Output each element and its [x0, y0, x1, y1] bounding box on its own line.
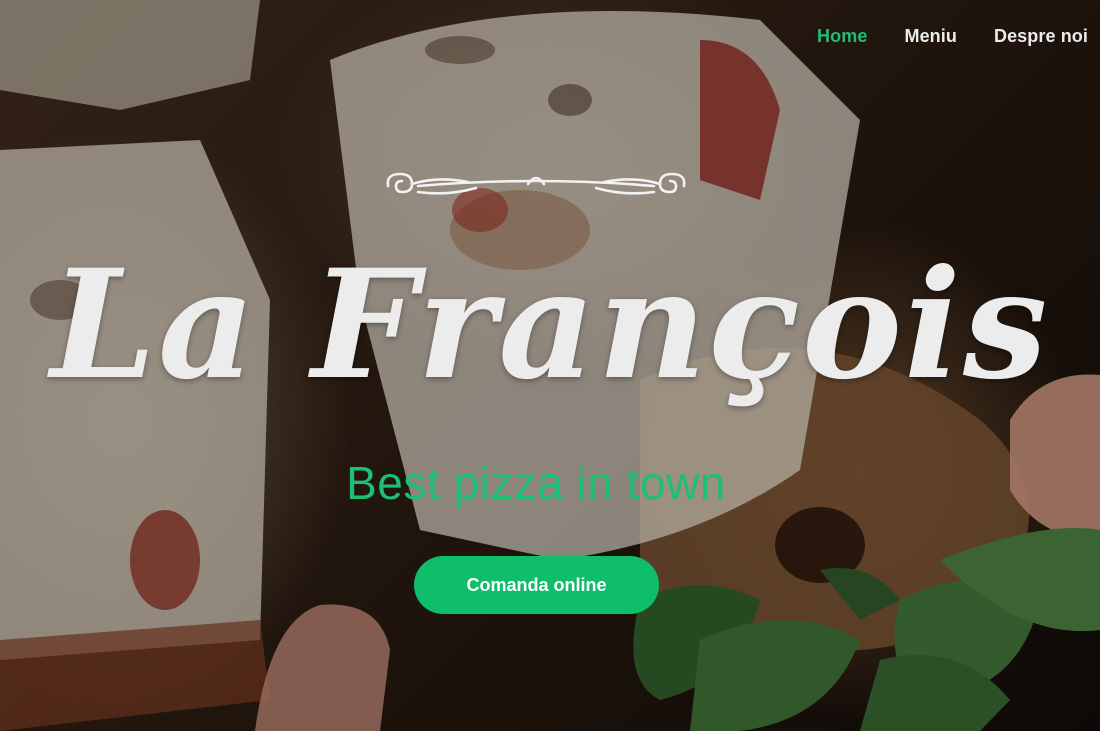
- nav-item-despre-noi[interactable]: Despre noi: [994, 26, 1088, 47]
- flourish-ornament-icon: [386, 172, 686, 195]
- nav-item-meniu[interactable]: Meniu: [904, 26, 957, 47]
- nav-item-home[interactable]: Home: [817, 26, 867, 47]
- brand-title: La François: [50, 237, 1050, 413]
- order-online-button[interactable]: Comanda online: [414, 556, 659, 614]
- main-nav: Home Meniu Despre noi: [817, 26, 1088, 47]
- hero-tagline: Best pizza in town: [346, 457, 726, 509]
